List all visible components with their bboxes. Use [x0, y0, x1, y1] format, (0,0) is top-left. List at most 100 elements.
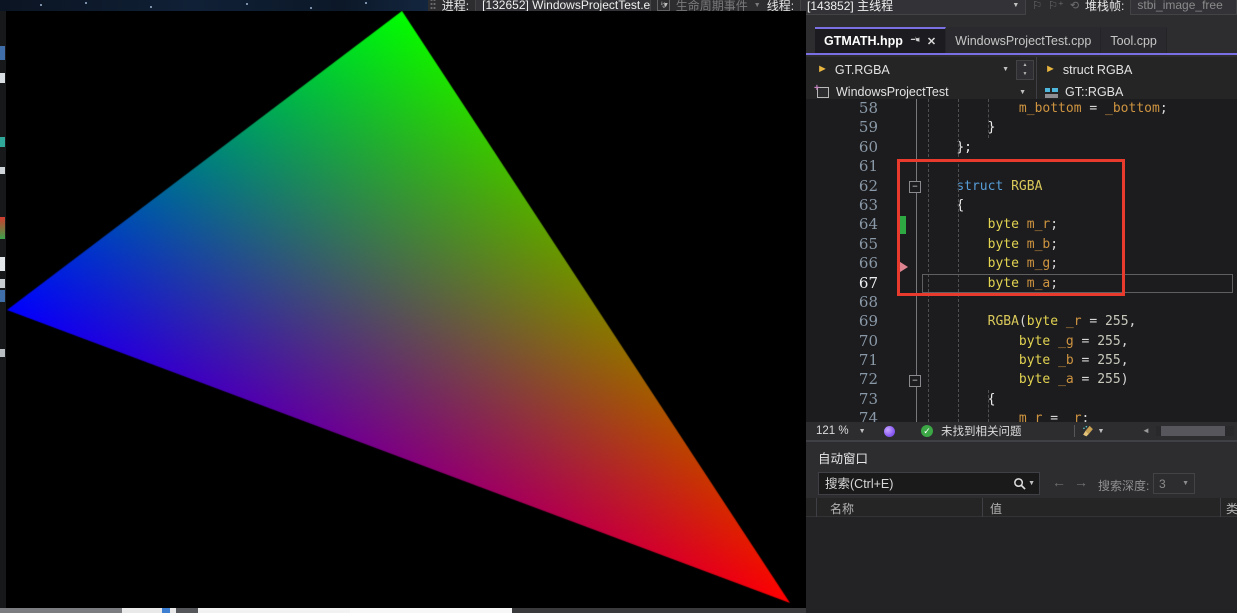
flag-icon[interactable]: ⚐ — [1032, 0, 1042, 12]
line-number[interactable]: 71 — [806, 351, 882, 370]
scope-display[interactable]: ► struct RGBA — [1037, 57, 1132, 82]
chevron-down-icon[interactable]: ▼ — [754, 2, 761, 9]
code-editor[interactable]: 58 m_bottom = _bottom;59 }60 };6162 stru… — [806, 99, 1237, 422]
line-number[interactable]: 68 — [806, 293, 882, 312]
chevron-down-icon[interactable]: ▼ — [1028, 480, 1035, 487]
lifecycle-events-icon[interactable]: ↯ — [657, 0, 670, 11]
member-spinner[interactable]: ▲▼ — [1016, 60, 1034, 80]
cycle-arrow-icon[interactable]: ⟲ — [1070, 0, 1079, 12]
scope-value: struct RGBA — [1063, 63, 1132, 77]
column-type[interactable]: 类 — [1226, 500, 1237, 517]
screen: 进程: [132652] WindowsProjectTest.e▼ ↯ 生命周… — [0, 0, 1237, 613]
intellicode-icon[interactable] — [884, 426, 895, 437]
pin-icon[interactable] — [910, 34, 920, 48]
search-depth-label: 搜索深度: — [1098, 477, 1149, 494]
chevron-down-icon[interactable]: ▼ — [1098, 428, 1105, 435]
stack-frame-label: 堆栈帧: — [1085, 0, 1124, 14]
indent-guide — [988, 99, 989, 138]
chevron-down-icon[interactable]: ▼ — [1019, 89, 1026, 96]
autos-body[interactable] — [806, 517, 1237, 613]
code-text: m_r = _r; — [925, 409, 1089, 422]
code-line-71[interactable]: 71 byte _b = 255, — [806, 351, 1237, 370]
chevron-down-icon[interactable]: ▼ — [1002, 66, 1009, 73]
line-number[interactable]: 59 — [806, 118, 882, 137]
code-line-59[interactable]: 59 } — [806, 118, 1237, 137]
autos-toolbar: ▼ ← → 搜索深度: 3 ▼ — [806, 470, 1237, 498]
line-number[interactable]: 66 — [806, 254, 882, 273]
member-dropdown[interactable]: ► GT.RGBA ▼ ▲▼ — [806, 57, 1037, 82]
thread-dropdown[interactable]: [143852] 主线程▼ — [800, 0, 1026, 15]
project-icon: + — [817, 87, 829, 98]
autos-column-headers: 名称 值 类 — [806, 498, 1237, 517]
code-line-73[interactable]: 73 { — [806, 390, 1237, 409]
autos-title: 自动窗口 — [806, 442, 1237, 470]
nav-arrow-icon: ► — [1045, 64, 1056, 75]
tab-label: GTMATH.hpp — [824, 34, 903, 48]
health-check-icon[interactable]: ✓ — [921, 425, 933, 437]
code-text: { — [925, 390, 995, 409]
code-line-72[interactable]: 72 byte _a = 255) — [806, 370, 1237, 389]
struct-icon — [1045, 87, 1058, 98]
search-icon[interactable] — [1013, 477, 1026, 490]
code-line-70[interactable]: 70 byte _g = 255, — [806, 332, 1237, 351]
spin-down-icon[interactable]: ▼ — [1017, 70, 1033, 79]
line-number[interactable]: 62 — [806, 177, 882, 196]
code-line-58[interactable]: 58 m_bottom = _bottom; — [806, 99, 1237, 118]
close-icon[interactable]: ✕ — [927, 35, 936, 48]
separator — [1074, 425, 1075, 437]
flag-marker-icon[interactable]: ⚐⁺ — [1048, 0, 1064, 12]
zoom-level[interactable]: 121 % — [816, 425, 849, 437]
editor-panel: GTMATH.hpp ✕ WindowsProjectTest.cpp Tool.cp… — [806, 17, 1237, 613]
code-line-69[interactable]: 69 RGBA(byte _r = 255, — [806, 312, 1237, 331]
code-cleanup-broom-icon[interactable] — [1081, 425, 1095, 438]
scrollbar-thumb[interactable] — [1161, 426, 1225, 436]
line-number[interactable]: 60 — [806, 138, 882, 157]
tab-tool-cpp[interactable]: Tool.cpp — [1101, 27, 1167, 53]
column-name[interactable]: 名称 — [830, 500, 854, 517]
line-number[interactable]: 64 — [806, 215, 882, 234]
stack-frame-dropdown[interactable]: stbi_image_free — [1130, 0, 1237, 15]
spin-up-icon[interactable]: ▲ — [1017, 61, 1033, 70]
taskbar-sliver — [0, 608, 806, 613]
scroll-left-icon[interactable]: ◄ — [1142, 426, 1150, 436]
line-number[interactable]: 65 — [806, 235, 882, 254]
search-input[interactable] — [819, 477, 1013, 491]
line-number[interactable]: 63 — [806, 196, 882, 215]
code-text: byte _b = 255, — [925, 351, 1129, 370]
project-dropdown-value: WindowsProjectTest — [836, 85, 949, 99]
line-number[interactable]: 70 — [806, 332, 882, 351]
code-line-60[interactable]: 60 }; — [806, 138, 1237, 157]
line-number[interactable]: 72 — [806, 370, 882, 389]
line-number[interactable]: 67 — [806, 274, 882, 293]
member-navigation-bar: ► GT.RGBA ▼ ▲▼ ► struct RGBA — [806, 57, 1237, 82]
member-dropdown-value: GT.RGBA — [835, 63, 890, 77]
rgb-triangle-canvas — [6, 11, 806, 608]
forward-arrow-icon[interactable]: → — [1074, 474, 1088, 490]
code-text: byte _a = 255) — [925, 370, 1129, 389]
autos-window: 自动窗口 ▼ ← → 搜索深度: 3 ▼ — [806, 440, 1237, 613]
document-tabstrip: GTMATH.hpp ✕ WindowsProjectTest.cpp Tool.cp… — [806, 27, 1237, 55]
code-text: m_bottom = _bottom; — [925, 99, 1168, 118]
search-depth-dropdown[interactable]: 3 ▼ — [1153, 473, 1195, 494]
tab-label: Tool.cpp — [1110, 34, 1157, 48]
autos-search-box[interactable]: ▼ — [818, 472, 1040, 495]
chevron-down-icon: ▼ — [1182, 480, 1189, 487]
line-number[interactable]: 61 — [806, 157, 882, 176]
column-value[interactable]: 值 — [990, 500, 1002, 517]
line-number[interactable]: 73 — [806, 390, 882, 409]
horizontal-scrollbar[interactable] — [1156, 426, 1234, 436]
code-line-74[interactable]: 74 m_r = _r; — [806, 409, 1237, 422]
red-annotation-box — [897, 159, 1125, 296]
code-text: byte _g = 255, — [925, 332, 1129, 351]
line-number[interactable]: 69 — [806, 312, 882, 331]
code-text: RGBA(byte _r = 255, — [925, 312, 1136, 331]
line-number[interactable]: 74 — [806, 409, 882, 422]
tab-label: WindowsProjectTest.cpp — [955, 34, 1091, 48]
collapse-region-icon[interactable]: − — [909, 375, 921, 387]
back-arrow-icon[interactable]: ← — [1052, 474, 1066, 490]
chevron-down-icon[interactable]: ▼ — [859, 428, 866, 435]
tab-gtmath-hpp[interactable]: GTMATH.hpp ✕ — [815, 27, 946, 53]
code-text: } — [925, 118, 995, 137]
tab-windowsprojecttest-cpp[interactable]: WindowsProjectTest.cpp — [946, 27, 1101, 53]
line-number[interactable]: 58 — [806, 99, 882, 118]
